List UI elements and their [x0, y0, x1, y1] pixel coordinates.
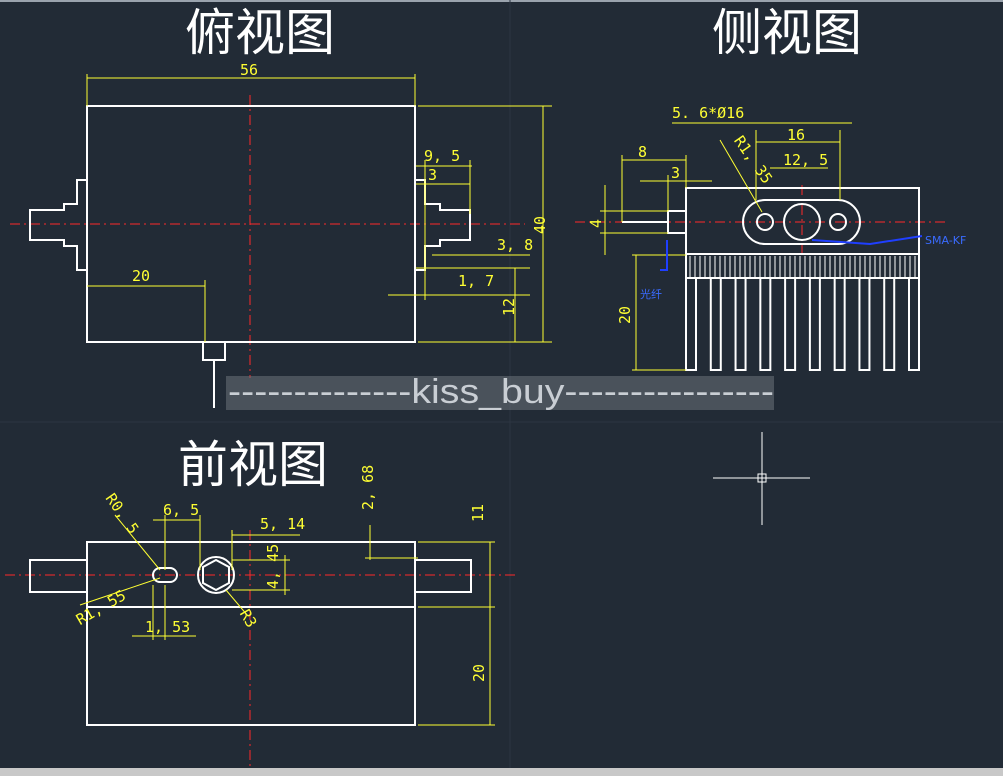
top-view: 56 40 9, 5 3 3, 8 1, 7 20 12: [10, 61, 552, 408]
dim-r0-5: R0, 5: [102, 490, 143, 537]
dim-4: 4: [587, 219, 605, 228]
dim-11: 11: [469, 504, 487, 522]
dim-r3: R3: [236, 606, 261, 631]
label-sma-kf: SMA-KF: [925, 234, 966, 247]
dim-20-front: 20: [470, 664, 488, 682]
cad-drawing-canvas[interactable]: 俯视图 侧视图 前视图 56 40 9, 5 3 3, 8 1, 7 20 12…: [0, 0, 1003, 776]
top-view-dim-lines: [86, 74, 552, 343]
dim-r1-35: R1, 35: [730, 132, 776, 187]
title-front-view: 前视图: [178, 436, 328, 494]
heatsink-fin: [858, 278, 871, 371]
heatsink-hatch: [689, 256, 916, 277]
label-fiber: 光纤: [640, 287, 662, 301]
dim-1-53: 1, 53: [145, 618, 190, 636]
heatsink-fin: [908, 278, 920, 371]
cad-svg[interactable]: 俯视图 侧视图 前视图 56 40 9, 5 3 3, 8 1, 7 20 12…: [0, 0, 1003, 768]
front-view: R0, 5 6, 5 5, 14 2, 68 11 4, 45 R1, 55 1…: [5, 465, 515, 768]
dim-12: 12: [500, 298, 518, 316]
dim-16: 16: [787, 126, 805, 144]
dim-20-side: 20: [616, 306, 634, 324]
side-view: 5. 6*Ø16 16 12, 5 8 3 4 R1, 35 20 SMA-KF…: [575, 104, 966, 371]
side-view-centerlines: [575, 185, 945, 255]
dim-3-8: 3, 8: [497, 236, 533, 254]
dim-4-45: 4, 45: [264, 544, 282, 589]
heatsink-fin: [759, 278, 772, 371]
heatsink-fin: [808, 278, 821, 371]
dim-6-5: 6, 5: [163, 501, 199, 519]
heatsink-fin: [833, 278, 846, 371]
dim-20-top: 20: [132, 267, 150, 285]
front-view-dim-lines: [79, 514, 495, 726]
title-side-view: 侧视图: [712, 4, 862, 62]
title-top-view: 俯视图: [185, 4, 335, 62]
heatsink-fin: [883, 278, 896, 371]
dim-1-7: 1, 7: [458, 272, 494, 290]
dim-3-side: 3: [671, 164, 680, 182]
dim-8: 8: [638, 143, 647, 161]
watermark: --------------kiss_buy----------------: [226, 373, 774, 411]
dim-40: 40: [531, 216, 549, 234]
heatsink-fin: [784, 278, 797, 371]
dim-9-5: 9, 5: [424, 147, 460, 165]
dim-5-14: 5, 14: [260, 515, 305, 533]
front-view-centerlines: [5, 530, 515, 768]
watermark-text: --------------kiss_buy----------------: [228, 373, 774, 411]
heatsink-fin: [685, 278, 697, 371]
heatsink-fin: [734, 278, 747, 371]
dim-56: 56: [240, 61, 258, 79]
heatsink-fin: [709, 278, 722, 371]
dim-3: 3: [428, 166, 437, 184]
status-bar-strip: [0, 768, 1003, 776]
crosshair-cursor-icon: [713, 432, 810, 525]
dim-2-68: 2, 68: [359, 465, 377, 510]
heatsink-fins: [685, 278, 920, 371]
dim-hole-note: 5. 6*Ø16: [672, 104, 744, 122]
dim-12-5: 12, 5: [783, 151, 828, 169]
